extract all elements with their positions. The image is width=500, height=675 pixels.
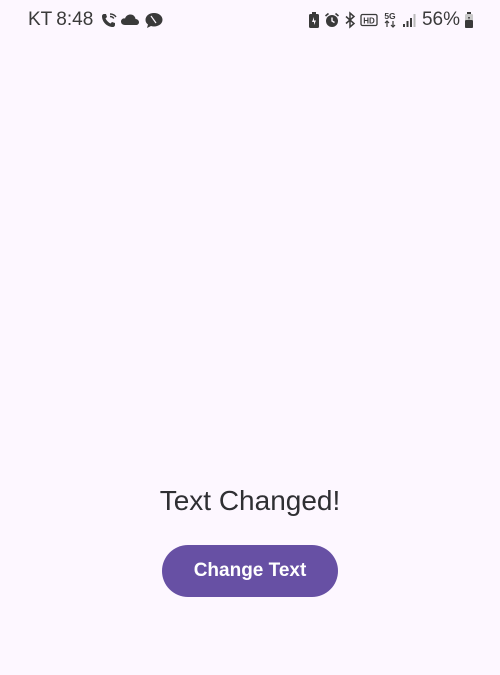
changed-text-label: Text Changed!	[159, 485, 341, 516]
chat-bubble-icon	[144, 11, 164, 29]
signal-icon	[402, 11, 416, 29]
change-text-button[interactable]: Change Text	[162, 545, 338, 597]
bluetooth-icon	[344, 11, 356, 29]
wifi-calling-icon	[100, 11, 117, 29]
clock: 8:48	[56, 9, 94, 30]
hd-label: HD	[363, 16, 375, 25]
status-bar-left: KT 8:48	[28, 9, 164, 31]
5g-icon: 5G	[382, 11, 398, 29]
cloud-icon	[120, 11, 140, 29]
status-bar: KT 8:48 HD 5G 56%	[0, 0, 500, 40]
battery-icon	[464, 11, 474, 29]
network-label: 5G	[384, 11, 396, 21]
battery-percent: 56%	[421, 9, 460, 30]
hd-icon: HD	[360, 11, 378, 29]
battery-saver-icon	[308, 11, 320, 29]
alarm-icon	[324, 11, 340, 29]
carrier-label: KT	[28, 9, 53, 30]
status-bar-right: HD 5G 56%	[308, 9, 474, 31]
